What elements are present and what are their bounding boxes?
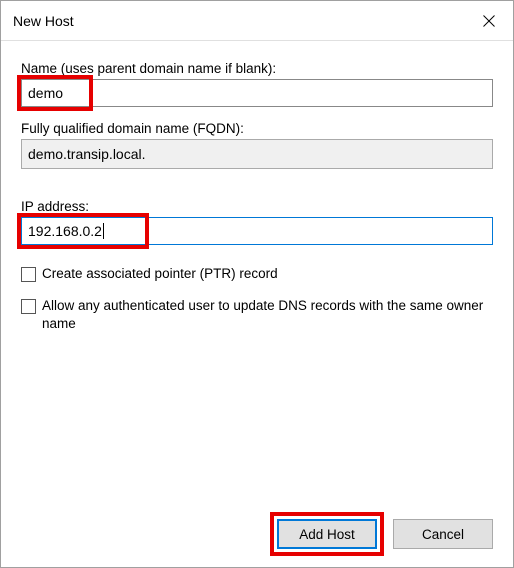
button-row: Add Host Cancel [277, 519, 493, 549]
text-caret [103, 223, 104, 239]
fqdn-display: demo.transip.local. [21, 139, 493, 169]
new-host-dialog: New Host Name (uses parent domain name i… [0, 0, 514, 568]
ptr-checkbox-label: Create associated pointer (PTR) record [42, 265, 278, 283]
fqdn-label: Fully qualified domain name (FQDN): [21, 121, 493, 136]
cancel-button[interactable]: Cancel [393, 519, 493, 549]
close-icon [483, 15, 495, 27]
allow-checkbox-label: Allow any authenticated user to update D… [42, 297, 493, 333]
add-host-button[interactable]: Add Host [277, 519, 377, 549]
ip-input[interactable]: 192.168.0.2 [21, 217, 493, 245]
allow-checkbox[interactable] [21, 299, 36, 314]
titlebar: New Host [1, 1, 513, 41]
close-button[interactable] [465, 1, 513, 41]
window-title: New Host [13, 13, 74, 29]
dialog-content: Name (uses parent domain name if blank):… [1, 41, 513, 334]
ip-label: IP address: [21, 199, 493, 214]
ptr-checkbox[interactable] [21, 267, 36, 282]
name-input[interactable] [21, 79, 493, 107]
allow-checkbox-row: Allow any authenticated user to update D… [21, 297, 493, 333]
ip-value: 192.168.0.2 [28, 223, 102, 239]
name-label: Name (uses parent domain name if blank): [21, 61, 493, 76]
ptr-checkbox-row: Create associated pointer (PTR) record [21, 265, 493, 283]
